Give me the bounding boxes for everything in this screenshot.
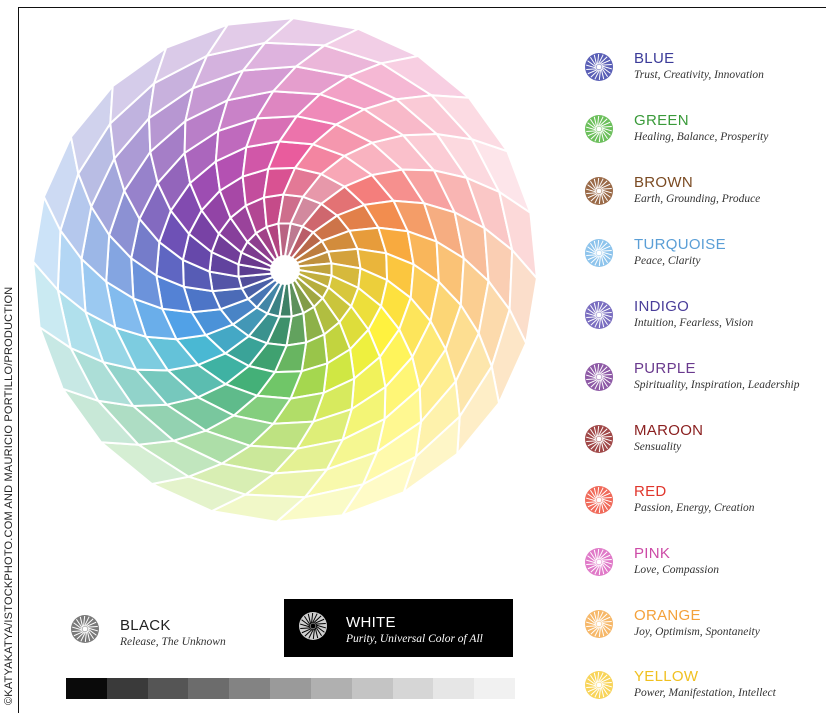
wheel-center	[276, 261, 294, 279]
legend-name: TURQUOISE	[634, 236, 726, 253]
legend-description: Peace, Clarity	[634, 255, 701, 267]
legend-name: GREEN	[634, 112, 689, 129]
white-legend-item: WHITE Purity, Universal Color of All	[284, 599, 513, 657]
legend-description: Spirituality, Inspiration, Leadership	[634, 379, 800, 391]
grayscale-swatch	[270, 678, 311, 699]
legend-item-brown: BROWN Earth, Grounding, Produce	[580, 174, 826, 222]
blue-flower-icon	[585, 53, 613, 81]
black-flower-icon	[71, 615, 99, 643]
black-legend-item: BLACK Release, The Unknown	[66, 602, 276, 658]
grayscale-swatch	[147, 678, 189, 699]
maroon-flower-icon	[585, 425, 613, 453]
legend-name: YELLOW	[634, 668, 699, 685]
legend-description: Joy, Optimism, Spontaneity	[634, 626, 760, 638]
brown-flower-icon	[585, 177, 613, 205]
legend-description: Power, Manifestation, Intellect	[634, 687, 776, 699]
legend-description: Earth, Grounding, Produce	[634, 193, 761, 205]
legend-description: Sensuality	[634, 441, 682, 453]
legend-description: Passion, Energy, Creation	[634, 502, 755, 514]
color-wheel	[31, 18, 539, 524]
legend-description: Intuition, Fearless, Vision	[634, 317, 754, 329]
black-name: BLACK	[120, 617, 171, 634]
orange-flower-icon	[585, 610, 613, 638]
legend-name: PINK	[634, 545, 671, 562]
legend-item-turquoise: TURQUOISE Peace, Clarity	[580, 236, 826, 284]
black-description: Release, The Unknown	[120, 636, 226, 648]
legend-item-purple: PURPLE Spirituality, Inspiration, Leaders…	[580, 360, 826, 408]
legend-item-blue: BLUE Trust, Creativity, Innovation	[580, 50, 826, 98]
legend-item-yellow: YELLOW Power, Manifestation, Intellect	[580, 668, 826, 716]
legend-name: BLUE	[634, 50, 675, 67]
green-flower-icon	[585, 115, 613, 143]
purple-flower-icon	[585, 363, 613, 391]
legend-item-indigo: INDIGO Intuition, Fearless, Vision	[580, 298, 826, 346]
photo-credit: ©KATYAKATYA/ISTOCKPHOTO.COM AND MAURICIO…	[0, 0, 14, 712]
legend-name: PURPLE	[634, 360, 696, 377]
yellow-flower-icon	[585, 671, 613, 699]
grayscale-swatch	[474, 678, 515, 699]
grayscale-swatch	[392, 678, 434, 699]
white-description: Purity, Universal Color of All	[346, 633, 483, 645]
legend-item-pink: PINK Love, Compassion	[580, 545, 826, 593]
grayscale-swatch	[310, 678, 352, 699]
legend-item-green: GREEN Healing, Balance, Prosperity	[580, 112, 826, 160]
pink-flower-icon	[585, 548, 613, 576]
white-name: WHITE	[346, 614, 396, 631]
grayscale-swatch	[351, 678, 393, 699]
legend-item-maroon: MAROON Sensuality	[580, 422, 826, 470]
legend-item-orange: ORANGE Joy, Optimism, Spontaneity	[580, 607, 826, 655]
legend-name: ORANGE	[634, 607, 701, 624]
turquoise-flower-icon	[585, 239, 613, 267]
legend-item-red: RED Passion, Energy, Creation	[580, 483, 826, 531]
legend-name: INDIGO	[634, 298, 690, 315]
legend-name: RED	[634, 483, 667, 500]
grayscale-swatch	[66, 678, 107, 699]
grayscale-swatch	[106, 678, 148, 699]
indigo-flower-icon	[585, 301, 613, 329]
legend-name: MAROON	[634, 422, 704, 439]
photo-credit-text: ©KATYAKATYA/ISTOCKPHOTO.COM AND MAURICIO…	[3, 286, 14, 705]
legend-description: Healing, Balance, Prosperity	[634, 131, 769, 143]
legend-description: Love, Compassion	[634, 564, 719, 576]
grayscale-swatch	[229, 678, 271, 699]
grayscale-swatch	[433, 678, 475, 699]
grayscale-swatch	[188, 678, 230, 699]
white-flower-icon	[299, 612, 327, 640]
legend-description: Trust, Creativity, Innovation	[634, 69, 764, 81]
grayscale-bar	[66, 678, 515, 699]
red-flower-icon	[585, 486, 613, 514]
legend-name: BROWN	[634, 174, 693, 191]
